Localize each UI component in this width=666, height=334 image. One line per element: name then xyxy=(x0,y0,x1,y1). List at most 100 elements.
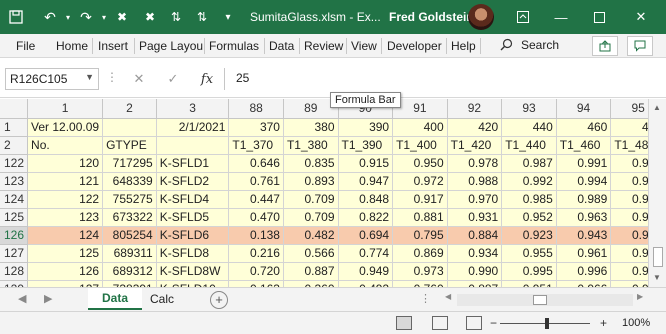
cell[interactable]: 0.869 xyxy=(392,244,448,263)
cell[interactable]: 0.985 xyxy=(501,190,557,209)
cell[interactable]: 0.881 xyxy=(392,208,448,227)
select-all-corner[interactable] xyxy=(0,99,29,119)
avatar[interactable] xyxy=(468,4,494,30)
cell[interactable]: 127 xyxy=(27,280,104,287)
cell[interactable]: 738391 xyxy=(102,280,157,287)
cell[interactable]: 0.694 xyxy=(338,226,394,245)
cell[interactable]: 123 xyxy=(27,208,104,227)
tab-formulas[interactable]: Formulas xyxy=(209,39,259,53)
row-header[interactable]: 129 xyxy=(0,280,29,287)
cell[interactable]: 0.709 xyxy=(283,208,339,227)
cell[interactable]: 0.923 xyxy=(501,226,557,245)
cell[interactable]: 126 xyxy=(27,262,104,281)
cell[interactable]: T1_460 xyxy=(556,136,612,155)
cell[interactable]: 0.646 xyxy=(228,154,284,173)
column-header[interactable]: 92 xyxy=(447,99,503,119)
user-name[interactable]: Fred Goldstein xyxy=(389,10,474,24)
cell[interactable]: 460 xyxy=(556,118,612,137)
row-header[interactable]: 126 xyxy=(0,226,29,245)
undo-icon[interactable]: ↶ xyxy=(40,7,60,27)
sort-icon[interactable]: ⇅ xyxy=(166,7,186,27)
cell[interactable]: 0.943 xyxy=(556,226,612,245)
cell[interactable]: 0.950 xyxy=(392,154,448,173)
cell[interactable]: 0.952 xyxy=(501,208,557,227)
cell[interactable]: 0.917 xyxy=(392,190,448,209)
column-header[interactable]: 1 xyxy=(27,99,104,119)
cell[interactable]: K-SFLD8 xyxy=(156,244,230,263)
cell[interactable]: 0.972 xyxy=(392,172,448,191)
cell[interactable]: 0.990 xyxy=(447,262,503,281)
cell[interactable]: 0.994 xyxy=(556,172,612,191)
row-header[interactable]: 1 xyxy=(0,118,29,137)
add-sheet-button[interactable]: + xyxy=(210,291,228,309)
cell[interactable]: 420 xyxy=(447,118,503,137)
cell[interactable]: 0.992 xyxy=(501,172,557,191)
cell[interactable]: T1_380 xyxy=(283,136,339,155)
cell[interactable]: 0.949 xyxy=(338,262,394,281)
cell[interactable]: 0.887 xyxy=(283,262,339,281)
cell[interactable] xyxy=(156,136,230,155)
cell[interactable]: 0.360 xyxy=(283,280,339,287)
tab-home[interactable]: Home xyxy=(56,39,88,53)
cell[interactable]: 0.995 xyxy=(501,262,557,281)
cell[interactable]: 0.822 xyxy=(338,208,394,227)
column-header[interactable]: 3 xyxy=(156,99,230,119)
cell[interactable]: 0.978 xyxy=(447,154,503,173)
cell[interactable]: 0.989 xyxy=(556,190,612,209)
row-header[interactable]: 2 xyxy=(0,136,29,155)
cell[interactable]: K-SFLD6 xyxy=(156,226,230,245)
macro-icon[interactable]: ✖ xyxy=(112,7,132,27)
cell[interactable]: 0.973 xyxy=(392,262,448,281)
tab-calc-sheet[interactable]: Calc xyxy=(142,288,182,310)
scroll-left-icon[interactable]: ◀ xyxy=(445,292,451,301)
insert-function-button[interactable]: fx xyxy=(196,68,218,90)
cell[interactable]: 125 xyxy=(27,244,104,263)
tell-me-search[interactable]: Search xyxy=(500,38,559,52)
cell[interactable]: 648339 xyxy=(102,172,157,191)
row-header[interactable]: 123 xyxy=(0,172,29,191)
more-options-icon[interactable]: ⋮ xyxy=(420,292,431,305)
cell[interactable]: 0.884 xyxy=(447,226,503,245)
cell[interactable]: T1_390 xyxy=(338,136,394,155)
cell[interactable]: 0.470 xyxy=(228,208,284,227)
tab-developer[interactable]: Developer xyxy=(387,39,442,53)
tab-file[interactable]: File xyxy=(16,39,35,53)
cell[interactable]: K-SFLD4 xyxy=(156,190,230,209)
column-header[interactable]: 94 xyxy=(556,99,612,119)
tab-help[interactable]: Help xyxy=(451,39,476,53)
cell[interactable]: 0.991 xyxy=(556,154,612,173)
clear-icon[interactable]: ✖ xyxy=(140,7,160,27)
tab-view[interactable]: View xyxy=(351,39,377,53)
page-break-view-icon[interactable] xyxy=(466,316,482,330)
cell[interactable]: T1_400 xyxy=(392,136,448,155)
cell[interactable]: 755275 xyxy=(102,190,157,209)
cell[interactable]: 689311 xyxy=(102,244,157,263)
close-icon[interactable]: ✕ xyxy=(630,6,652,28)
zoom-slider-thumb[interactable] xyxy=(545,318,549,329)
cell[interactable]: 0.931 xyxy=(447,208,503,227)
cell[interactable]: 0.915 xyxy=(338,154,394,173)
save-icon[interactable] xyxy=(6,7,26,27)
chevron-down-icon[interactable]: ▼ xyxy=(85,72,94,82)
cell[interactable]: 0.893 xyxy=(283,172,339,191)
zoom-in-button[interactable]: + xyxy=(600,316,607,330)
tab-review[interactable]: Review xyxy=(304,39,343,53)
row-header[interactable]: 124 xyxy=(0,190,29,209)
cell[interactable]: 0.566 xyxy=(283,244,339,263)
customize-toolbar-icon[interactable]: ▾ xyxy=(218,7,238,27)
cell[interactable]: 0.848 xyxy=(338,190,394,209)
row-header[interactable]: 122 xyxy=(0,154,29,173)
cell[interactable]: 0.760 xyxy=(392,280,448,287)
formula-input[interactable]: 25 xyxy=(236,71,249,85)
cell[interactable]: 0.951 xyxy=(501,280,557,287)
column-header[interactable]: 88 xyxy=(228,99,284,119)
cell[interactable]: K-SFLD5 xyxy=(156,208,230,227)
cell[interactable]: 0.761 xyxy=(228,172,284,191)
cell[interactable]: K-SFLD10 xyxy=(156,280,230,287)
row-header[interactable]: 127 xyxy=(0,244,29,263)
tab-data-sheet[interactable]: Data xyxy=(88,288,142,310)
cell[interactable]: 0.966 xyxy=(556,280,612,287)
cell[interactable]: 0.887 xyxy=(447,280,503,287)
cell[interactable]: 370 xyxy=(228,118,284,137)
cell[interactable]: 0.835 xyxy=(283,154,339,173)
